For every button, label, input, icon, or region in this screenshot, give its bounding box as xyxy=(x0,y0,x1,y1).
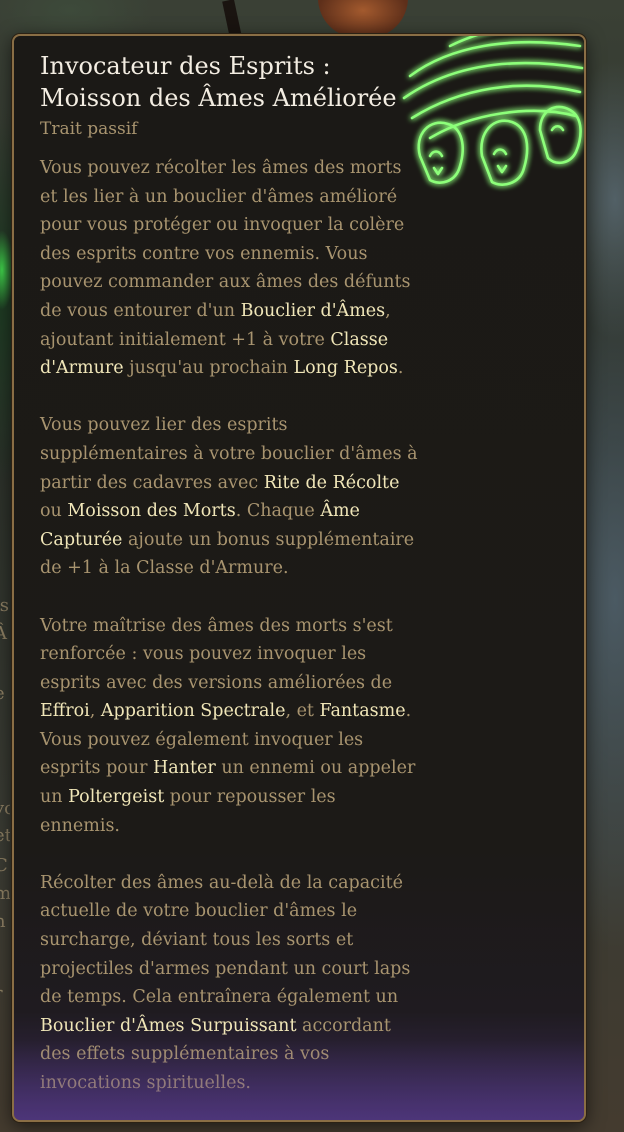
passive-trait-tooltip: Invocateur des Esprits : Moisson des Âme… xyxy=(12,34,586,1122)
description-text: . xyxy=(397,358,404,379)
description-text: Vous pouvez récolter les âmes des morts … xyxy=(40,158,411,321)
description-text: ou xyxy=(40,501,68,522)
background-text-fragment: C xyxy=(0,855,8,876)
keyword-link[interactable]: Long Repos xyxy=(293,358,397,378)
background-text-fragment: e xyxy=(0,680,10,708)
keyword-link[interactable]: Hanter xyxy=(153,758,216,778)
keyword-link[interactable]: Bouclier d'Âmes Surpuissant xyxy=(40,1016,296,1036)
description-text: Récolter des âmes au-delà de la capacité… xyxy=(40,872,411,1008)
keyword-link[interactable]: Effroi xyxy=(40,701,90,721)
description-text: , xyxy=(89,701,101,722)
background-text-fragment: vo xyxy=(0,798,10,819)
scene-staff xyxy=(222,0,242,39)
description-paragraph: Vous pouvez lier des esprits supplémenta… xyxy=(40,411,420,583)
description-paragraph: Récolter des âmes au-delà de la capacité… xyxy=(40,869,420,1098)
trait-title-line2: Moisson des Âmes Améliorée xyxy=(40,84,397,112)
description-text: , et xyxy=(285,701,320,722)
keyword-link[interactable]: Fantasme xyxy=(320,701,406,721)
description-paragraph: Vous pouvez récolter les âmes des morts … xyxy=(40,154,420,383)
background-text-fragment: n xyxy=(0,908,10,936)
trait-title-line1: Invocateur des Esprits : xyxy=(40,52,331,80)
description-text: Votre maîtrise des âmes des morts s'est … xyxy=(40,615,393,693)
description-text: . Chaque xyxy=(235,501,321,522)
keyword-link[interactable]: Apparition Spectrale xyxy=(101,701,286,721)
keyword-link[interactable]: Bouclier d'Âmes xyxy=(241,301,386,321)
keyword-link[interactable]: Rite de Récolte xyxy=(264,473,400,493)
background-text-fragment: is xyxy=(0,595,9,616)
background-text-fragment: m xyxy=(0,883,10,904)
trait-title: Invocateur des Esprits : Moisson des Âme… xyxy=(40,50,420,114)
description-paragraph: Votre maîtrise des âmes des morts s'est … xyxy=(40,612,420,841)
trait-type-label: Trait passif xyxy=(40,119,138,139)
scene-character-head xyxy=(318,0,408,38)
trait-description: Vous pouvez récolter les âmes des morts … xyxy=(40,154,420,1120)
background-text-fragment: r xyxy=(0,980,10,1008)
keyword-link[interactable]: Poltergeist xyxy=(68,787,164,807)
background-text-fragment: et xyxy=(0,825,10,846)
description-text: jusqu'au prochain xyxy=(123,358,294,379)
keyword-link[interactable]: Moisson des Morts xyxy=(67,501,235,521)
background-text-fragment: Â xyxy=(0,623,7,644)
